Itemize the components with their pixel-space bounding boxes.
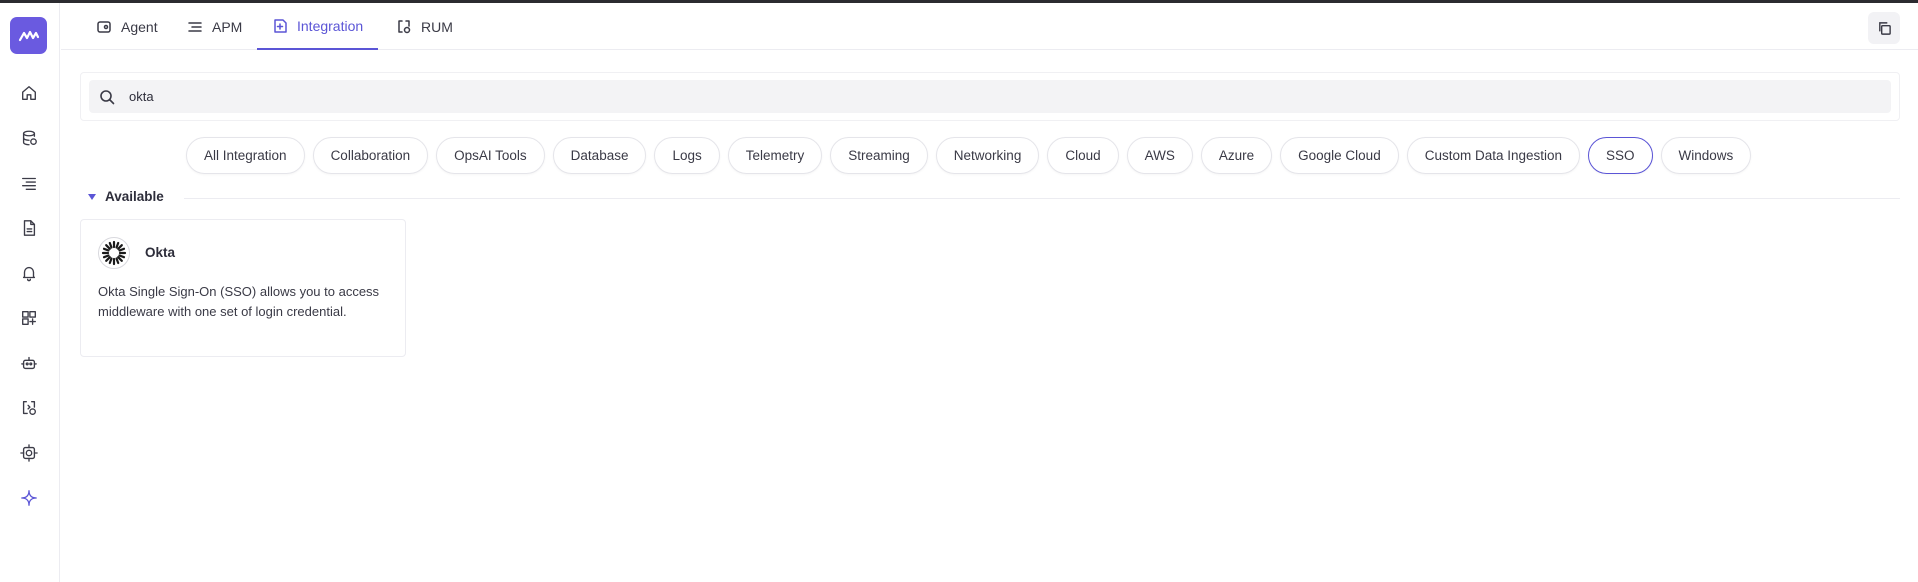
copy-button[interactable] <box>1868 12 1900 44</box>
filter-chip-logs[interactable]: Logs <box>654 137 720 174</box>
filter-chip-cloud[interactable]: Cloud <box>1047 137 1119 174</box>
integration-card-okta[interactable]: Okta Okta Single Sign-On (SSO) allows yo… <box>80 219 406 357</box>
tab-rum[interactable]: RUM <box>381 3 468 50</box>
logo-icon[interactable] <box>10 17 47 54</box>
filter-chip-database[interactable]: Database <box>552 137 647 174</box>
tab-rum-label: RUM <box>421 18 453 35</box>
tab-integration-label: Integration <box>297 17 364 34</box>
copy-icon <box>1878 21 1891 35</box>
filter-chip-streaming[interactable]: Streaming <box>830 137 928 174</box>
apm-icon <box>188 21 202 32</box>
infrastructure-icon[interactable] <box>19 128 39 148</box>
home-icon[interactable] <box>19 83 39 103</box>
search-container <box>80 72 1900 121</box>
tab-apm[interactable]: APM <box>172 3 257 50</box>
filter-chip-opsai-tools[interactable]: OpsAI Tools <box>436 137 545 174</box>
dashboard-add-icon[interactable] <box>19 308 39 328</box>
filter-chip-aws[interactable]: AWS <box>1126 137 1193 174</box>
filter-chip-custom-data-ingestion[interactable]: Custom Data Ingestion <box>1406 137 1581 174</box>
card-description: Okta Single Sign-On (SSO) allows you to … <box>98 284 380 319</box>
filter-chip-google-cloud[interactable]: Google Cloud <box>1280 137 1399 174</box>
filter-chip-collaboration[interactable]: Collaboration <box>312 137 429 174</box>
document-icon[interactable] <box>19 218 39 238</box>
filter-chip-all-integration[interactable]: All Integration <box>186 137 305 174</box>
filter-chip-windows[interactable]: Windows <box>1660 137 1752 174</box>
filter-chip-telemetry[interactable]: Telemetry <box>727 137 823 174</box>
tab-integration[interactable]: Integration <box>257 3 379 50</box>
search-icon <box>100 89 115 104</box>
section-divider <box>184 198 1900 199</box>
rum-icon[interactable] <box>19 398 39 418</box>
integration-icon <box>274 18 287 33</box>
settings-icon[interactable] <box>19 443 39 463</box>
caret-down-icon <box>88 193 96 200</box>
list-icon[interactable] <box>19 173 39 193</box>
filter-chip-azure[interactable]: Azure <box>1200 137 1273 174</box>
top-navigation-bar: Agent APM Integration RUM <box>61 3 1918 50</box>
search-box[interactable] <box>89 80 1891 113</box>
available-section-toggle[interactable]: Available <box>88 189 164 204</box>
section-title: Available <box>105 189 164 204</box>
filter-chip-networking[interactable]: Networking <box>935 137 1040 174</box>
rum-icon <box>398 19 411 33</box>
tab-agent-label: Agent <box>121 18 158 35</box>
filter-chip-sso[interactable]: SSO <box>1588 137 1653 174</box>
alert-bell-icon[interactable] <box>19 263 39 283</box>
card-title: Okta <box>145 245 176 260</box>
agent-icon <box>97 20 111 33</box>
sidebar <box>0 3 60 582</box>
search-input[interactable] <box>129 89 729 104</box>
tab-apm-label: APM <box>212 18 243 35</box>
category-filter-bar: All Integration Collaboration OpsAI Tool… <box>186 137 1752 174</box>
sparkle-icon[interactable] <box>19 488 39 508</box>
robot-icon[interactable] <box>19 353 39 373</box>
okta-logo-icon <box>98 237 130 269</box>
tab-agent[interactable]: Agent <box>81 3 173 50</box>
